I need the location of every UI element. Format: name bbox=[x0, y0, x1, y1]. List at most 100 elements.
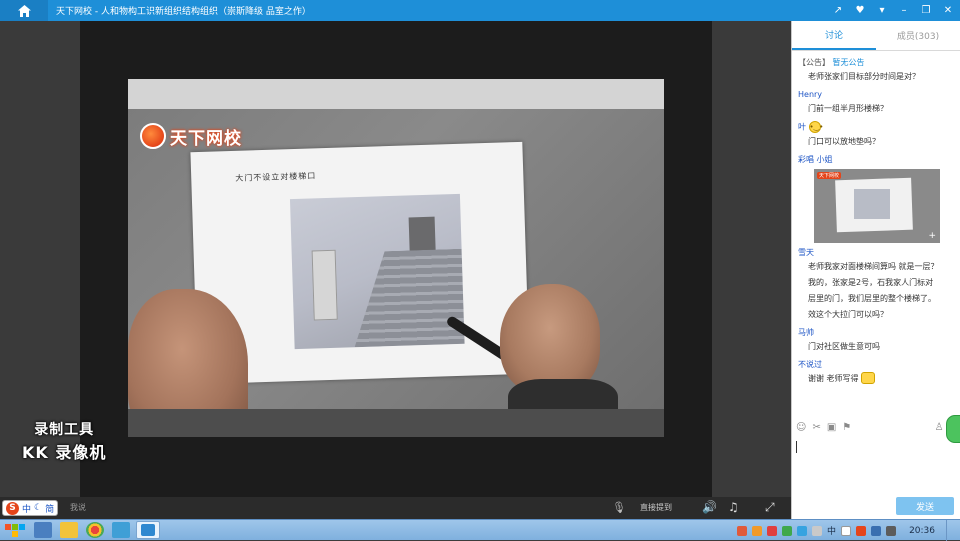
tray-ime-label[interactable]: 中 bbox=[827, 524, 836, 537]
video-area[interactable]: 大门不设立对楼梯口 天下网校 录制工具 KK 录像机 bbox=[0, 21, 791, 497]
player-control-bar: S 中 ☾ 简 我说 🎙 直接提到 🔊 ♫ ⤢ bbox=[0, 497, 791, 519]
ime-toolbar[interactable]: S 中 ☾ 简 bbox=[2, 500, 59, 516]
watermark-line1: 录制工具 bbox=[34, 422, 95, 438]
taskbar-folder-icon[interactable] bbox=[60, 522, 78, 538]
send-button[interactable]: 发送 bbox=[896, 497, 954, 515]
clock[interactable]: 20:36 bbox=[909, 526, 935, 536]
taskbar-tianxia-icon bbox=[141, 524, 155, 536]
notice-tag: 【公告】 bbox=[798, 58, 830, 67]
system-tray: 中 20:36 bbox=[737, 520, 960, 541]
start-button[interactable] bbox=[4, 521, 26, 539]
volume-tray-icon[interactable] bbox=[886, 525, 897, 536]
tray-icon-2[interactable] bbox=[752, 525, 763, 536]
message-author[interactable]: 不说过 bbox=[798, 359, 956, 371]
tray-icon-6[interactable] bbox=[812, 525, 823, 536]
tray-icon-1[interactable] bbox=[737, 525, 748, 536]
floating-widget[interactable] bbox=[946, 415, 960, 443]
flag-icon[interactable]: ⚑ bbox=[842, 422, 851, 433]
tray-icon-3[interactable] bbox=[767, 525, 778, 536]
mode-label[interactable]: 直接提到 bbox=[640, 502, 672, 513]
close-icon[interactable]: ✕ bbox=[942, 5, 954, 17]
chat-input[interactable] bbox=[796, 437, 956, 493]
message-text: 我的，张家是2号，石我家人门标对 bbox=[808, 277, 934, 287]
tray-icon-5[interactable] bbox=[797, 525, 808, 536]
video-logo: 天下网校 bbox=[140, 123, 242, 149]
message-author[interactable]: 马帅 bbox=[798, 327, 956, 339]
tray-sogou-icon[interactable] bbox=[856, 525, 867, 536]
staircase-photo bbox=[289, 193, 465, 350]
show-desktop-button[interactable] bbox=[946, 520, 954, 541]
image-message-thumbnail[interactable]: 天下网校 + bbox=[814, 168, 940, 243]
music-icon[interactable]: ♫ bbox=[728, 500, 739, 514]
heart-icon[interactable]: ♥ bbox=[854, 5, 866, 17]
chat-input-toolbar: ☺ ✂ ▣ ⚑ ♙ ☻ bbox=[792, 419, 960, 435]
thumbnail-logo: 天下网校 bbox=[817, 171, 842, 179]
share-icon[interactable]: ↗ bbox=[832, 5, 844, 17]
emoji-icon[interactable]: ☺ bbox=[796, 422, 806, 433]
logo-text: 天下网校 bbox=[170, 128, 242, 149]
dropdown-icon[interactable]: ▾ bbox=[876, 5, 888, 17]
message-text: 门对社区做生意可吗 bbox=[808, 341, 880, 351]
scissors-icon[interactable]: ✂ bbox=[812, 422, 820, 433]
message-text: 层里的门，我们层里的整个楼梯了。 bbox=[808, 293, 936, 303]
minimize-icon[interactable]: – bbox=[898, 5, 910, 17]
tab-members[interactable]: 成员(303) bbox=[876, 21, 960, 50]
watermark-line2: KK 录像机 bbox=[22, 443, 107, 462]
chat-panel: 讨论 成员(303) 【公告】 暂无公告 老师张家们目标部分时间是对？ Henr… bbox=[791, 21, 960, 519]
restore-icon[interactable]: ❐ bbox=[920, 5, 932, 17]
tray-icon-7[interactable] bbox=[841, 525, 852, 536]
message-author[interactable]: 彩唱 小姐 bbox=[798, 154, 956, 166]
ime-simplified[interactable]: 简 bbox=[45, 502, 54, 515]
taskbar-app-icon[interactable] bbox=[112, 522, 130, 538]
taskbar-browser-icon[interactable] bbox=[86, 522, 104, 538]
message-text: 门前一组半月形楼梯？ bbox=[808, 104, 888, 113]
player-hint: 我说 bbox=[70, 503, 86, 512]
message-author[interactable]: 叶 •‿• bbox=[798, 121, 956, 134]
message-text: 门口可以放地垫吗？ bbox=[808, 136, 880, 146]
text-caret bbox=[796, 441, 797, 453]
recorder-watermark: 录制工具 KK 录像机 bbox=[22, 419, 106, 463]
notice-line: 【公告】 暂无公告 bbox=[798, 57, 956, 69]
wall-poster bbox=[311, 249, 338, 321]
tab-discussion[interactable]: 讨论 bbox=[792, 21, 876, 50]
paper-caption: 大门不设立对楼梯口 bbox=[235, 171, 317, 183]
window-controls: ↗ ♥ ▾ – ❐ ✕ bbox=[832, 0, 954, 21]
right-hand bbox=[500, 284, 600, 394]
smiley-emoji-icon: •‿• bbox=[808, 121, 824, 133]
video-background-band bbox=[128, 79, 664, 109]
home-icon bbox=[17, 4, 31, 17]
ime-mode[interactable]: 中 bbox=[22, 502, 31, 515]
video-content: 大门不设立对楼梯口 天下网校 bbox=[128, 79, 664, 437]
message-text: 老师张家们目标部分时间是对？ bbox=[808, 72, 920, 81]
video-bottom-shade bbox=[128, 409, 664, 437]
message-author[interactable]: 雪天 bbox=[798, 247, 956, 259]
notice-title: 暂无公告 bbox=[832, 58, 865, 67]
fullscreen-icon[interactable]: ⤢ bbox=[765, 500, 775, 515]
expand-icon[interactable]: + bbox=[928, 231, 936, 241]
video-frame[interactable]: 大门不设立对楼梯口 天下网校 bbox=[80, 21, 712, 497]
network-icon[interactable] bbox=[871, 525, 882, 536]
message-text: 老师我家对面楼梯间算吗 就是一层？ bbox=[808, 261, 939, 271]
volume-icon[interactable]: 🔊 bbox=[702, 500, 717, 514]
chat-tabs: 讨论 成员(303) bbox=[792, 21, 960, 51]
moon-icon[interactable]: ☾ bbox=[34, 503, 42, 513]
tray-icon-4[interactable] bbox=[782, 525, 793, 536]
microphone-small-icon[interactable]: ♙ bbox=[935, 422, 944, 433]
home-button[interactable] bbox=[0, 0, 48, 21]
logo-icon bbox=[140, 123, 166, 149]
microphone-icon[interactable]: 🎙 bbox=[612, 501, 626, 514]
sogou-icon[interactable]: S bbox=[6, 501, 19, 515]
thumbnail-photo bbox=[854, 188, 890, 219]
image-icon[interactable]: ▣ bbox=[827, 422, 836, 433]
taskbar-explorer-icon[interactable] bbox=[34, 522, 52, 538]
taskbar-active-window[interactable] bbox=[136, 521, 160, 539]
stairs-shape bbox=[352, 249, 465, 347]
thumbs-up-emoji-icon bbox=[861, 372, 876, 384]
message-text: 效这个大拉门可以吗？ bbox=[808, 309, 888, 319]
message-list[interactable]: 【公告】 暂无公告 老师张家们目标部分时间是对？ Henry 门前一组半月形楼梯… bbox=[792, 53, 960, 423]
window-title: 天下网校 - 人和物构工识新组织结构组织（崇斯降级 品室之作） bbox=[56, 7, 311, 17]
title-bar: 天下网校 - 人和物构工识新组织结构组织（崇斯降级 品室之作） ↗ ♥ ▾ – … bbox=[0, 0, 960, 21]
message-author[interactable]: Henry bbox=[798, 89, 956, 101]
message-text: 谢谢 老师写得 bbox=[798, 371, 956, 387]
taskbar: 中 20:36 bbox=[0, 519, 960, 541]
